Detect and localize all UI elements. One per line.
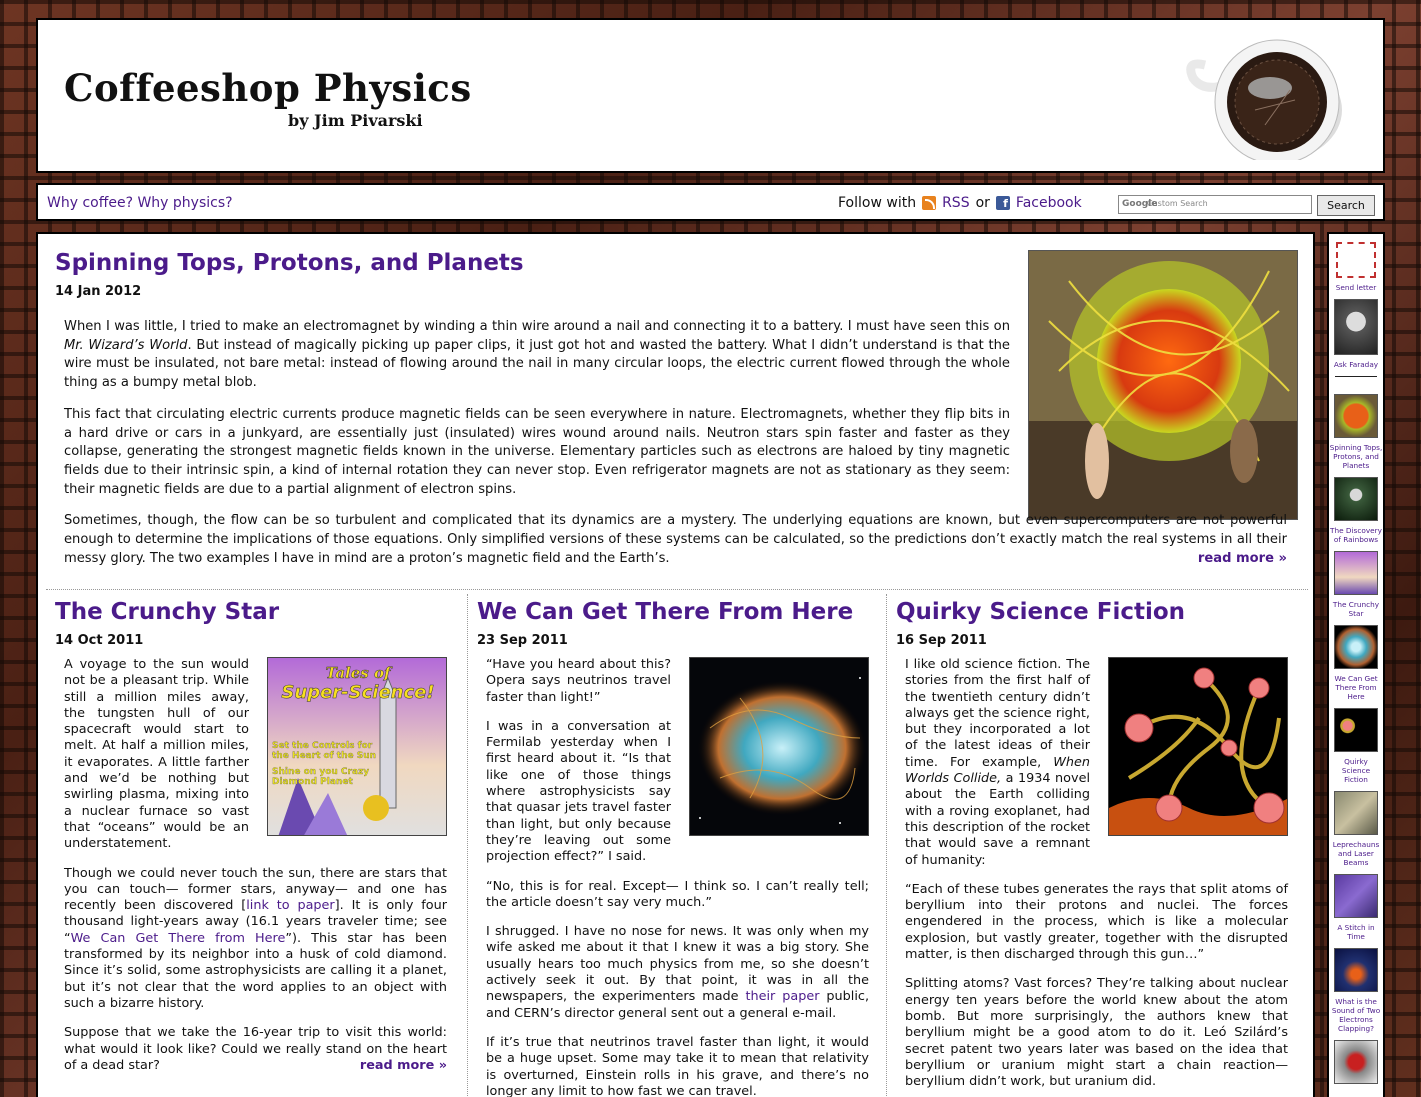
sidebar-label: Ask Faraday (1333, 360, 1379, 369)
paragraph: When I was little, I tried to make an el… (64, 318, 1010, 393)
coffee-cup-logo (1186, 39, 1342, 160)
follow-links: Follow with RSS or f Facebook (838, 195, 1082, 211)
faraday-portrait-icon (1334, 299, 1378, 355)
sidebar-label: Quirky Science Fiction (1341, 757, 1371, 784)
paragraph: This fact that circulating electric curr… (64, 406, 1010, 497)
paragraph: Though we could never touch the sun, the… (64, 866, 447, 1013)
sidebar-label: Spinning Tops, Protons, and Planets (1329, 443, 1383, 470)
send-letter-link[interactable]: Send letter (1329, 242, 1383, 292)
airmail-stamp-icon (1336, 242, 1376, 278)
section-divider (46, 589, 1308, 590)
tv-show-title: Mr. Wizard’s World (64, 337, 188, 353)
search-button[interactable]: Search (1317, 195, 1375, 216)
post-thumbnail (1334, 477, 1378, 521)
post-thumbnail (1334, 551, 1378, 595)
cover-sub-2: the Heart of the Sun (272, 751, 376, 761)
read-more-link[interactable]: read more » (1198, 550, 1287, 569)
site-byline: by Jim Pivarski (288, 111, 423, 130)
sidebar-label: Send letter (1335, 283, 1377, 292)
sidebar-divider (1335, 376, 1377, 377)
rss-link[interactable]: RSS (942, 195, 970, 211)
sidebar-item-quirky-sf[interactable]: Quirky Science Fiction (1329, 708, 1383, 784)
post-thumbnail (1334, 874, 1378, 918)
sidebar-item-next[interactable] (1329, 1040, 1383, 1084)
text: When I was little, I tried to make an el… (64, 319, 1010, 334)
sidebar: Send letter Ask Faraday Spinning Tops, P… (1327, 232, 1385, 1097)
cover-sub-3: Shine on you Crazy (272, 767, 369, 777)
cover-sub-1: Set the Controls for (272, 741, 373, 751)
pulp-magazine-cover[interactable]: Tales of Super-Science! Set the Controls… (267, 657, 447, 836)
ask-faraday-link[interactable]: Ask Faraday (1329, 299, 1383, 369)
post-thumbnail (1334, 948, 1378, 992)
text: Sometimes, though, the flow can be so tu… (64, 513, 1287, 566)
paragraph: Sometimes, though, the flow can be so tu… (64, 512, 1287, 568)
post-card: Quirky Science Fiction 16 Sep 2011 I lik… (886, 594, 1306, 1097)
sidebar-item-two-electrons[interactable]: What is the Sound of Two Electrons Clapp… (1329, 948, 1383, 1033)
crab-nebula-image[interactable] (689, 657, 869, 836)
post-thumbnail (1334, 1040, 1378, 1084)
post-title[interactable]: The Crunchy Star (55, 599, 475, 625)
paragraph: “Each of these tubes generates the rays … (905, 881, 1288, 963)
site-header: Coffeeshop Physics by Jim Pivarski (36, 18, 1385, 173)
we-can-get-there-link[interactable]: We Can Get There from Here (71, 931, 286, 946)
paragraph: “No, this is for real. Except— I think s… (486, 878, 869, 910)
featured-post: Spinning Tops, Protons, and Planets 14 J… (55, 250, 1298, 566)
post-thumbnail (1334, 791, 1378, 835)
cover-line-1: Tales of (326, 664, 393, 682)
sidebar-item-spinning-tops[interactable]: Spinning Tops, Protons, and Planets (1329, 394, 1383, 470)
rss-icon[interactable] (922, 196, 937, 210)
sidebar-label: We Can Get There From Here (1334, 674, 1378, 701)
post-date: 16 Sep 2011 (896, 633, 987, 648)
text: . But instead of magically picking up pa… (64, 337, 1010, 391)
paragraph: If it’s true that neutrinos travel faste… (486, 1034, 869, 1097)
nav-bar: Why coffee? Why physics? Follow with RSS… (36, 183, 1385, 221)
sidebar-item-stitch-in-time[interactable]: A Stitch in Time (1329, 874, 1383, 941)
atomic-machine-illustration[interactable] (1108, 657, 1288, 836)
or-label: or (975, 195, 990, 211)
paragraph: I shrugged. I have no nose for news. It … (486, 924, 869, 1022)
post-thumbnail (1334, 625, 1378, 669)
read-more-link[interactable]: read more » (360, 1058, 447, 1074)
post-date: 23 Sep 2011 (477, 633, 568, 648)
facebook-link[interactable]: Facebook (1016, 195, 1082, 211)
search-input[interactable]: Custom Search (1118, 195, 1312, 214)
post-title[interactable]: We Can Get There From Here (477, 599, 887, 625)
follow-label: Follow with (838, 195, 917, 211)
link-to-paper[interactable]: link to paper (246, 898, 334, 913)
paragraph: Suppose that we take the 16-year trip to… (64, 1025, 447, 1074)
main-content: Spinning Tops, Protons, and Planets 14 J… (36, 232, 1315, 1097)
post-date: 14 Oct 2011 (55, 633, 144, 648)
sidebar-label: A Stitch in Time (1337, 923, 1375, 941)
sidebar-label: The Crunchy Star (1332, 600, 1380, 618)
cover-sub-4: Diamond Planet (272, 777, 353, 787)
site-title[interactable]: Coffeeshop Physics (64, 66, 472, 110)
text: I like old science fiction. The stories … (905, 657, 1090, 770)
facebook-icon[interactable]: f (995, 196, 1010, 210)
featured-post-body: When I was little, I tried to make an el… (64, 318, 1287, 581)
post-thumbnail (1334, 394, 1378, 438)
sidebar-item-leprechauns[interactable]: Leprechauns and Laser Beams (1329, 791, 1383, 867)
sidebar-item-get-there[interactable]: We Can Get There From Here (1329, 625, 1383, 701)
post-title[interactable]: Quirky Science Fiction (896, 599, 1306, 625)
cover-line-2: Super-Science! (281, 682, 434, 703)
post-card: We Can Get There From Here 23 Sep 2011 “… (467, 594, 887, 1097)
spinning-sun-illustration[interactable] (1028, 250, 1298, 520)
sidebar-label: What is the Sound of Two Electrons Clapp… (1331, 997, 1381, 1033)
sidebar-item-rainbows[interactable]: The Discovery of Rainbows (1329, 477, 1383, 544)
post-card: The Crunchy Star 14 Oct 2011 Tales of Su… (55, 594, 475, 1097)
their-paper-link[interactable]: their paper (745, 989, 819, 1004)
sidebar-label: Leprechauns and Laser Beams (1332, 840, 1380, 867)
post-thumbnail (1334, 708, 1378, 752)
why-coffee-link[interactable]: Why coffee? Why physics? (47, 195, 233, 211)
sidebar-label: The Discovery of Rainbows (1330, 526, 1382, 544)
sidebar-item-crunchy-star[interactable]: The Crunchy Star (1329, 551, 1383, 618)
paragraph: Splitting atoms? Vast forces? They’re ta… (905, 976, 1288, 1090)
